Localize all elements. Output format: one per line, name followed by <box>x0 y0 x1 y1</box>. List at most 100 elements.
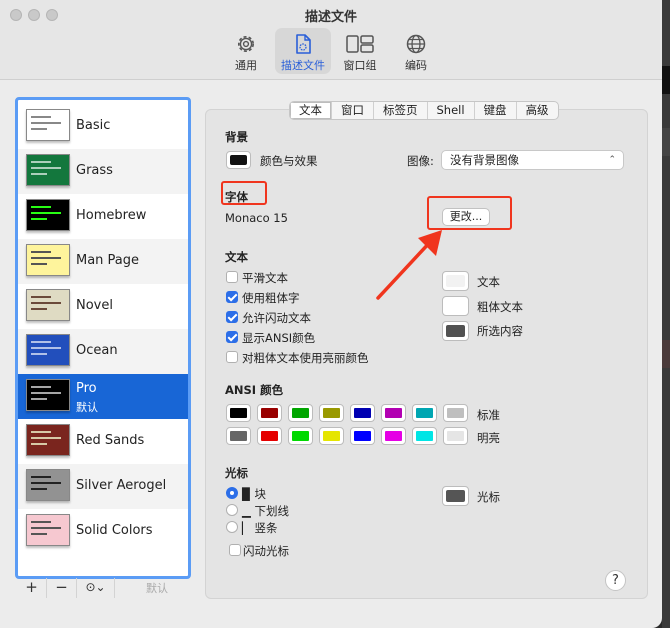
bold-font-checkbox[interactable] <box>226 291 238 303</box>
background-image-select[interactable]: 没有背景图像 ⌃ <box>441 150 624 170</box>
profile-name: Basic <box>76 118 111 133</box>
ansi-colors-label: 显示ANSI颜色 <box>242 331 316 345</box>
profile-thumbnail <box>26 469 70 501</box>
profile-item-solid-colors[interactable]: Solid Colors <box>18 509 188 554</box>
background-heading: 背景 <box>225 130 248 144</box>
profile-name: Grass <box>76 163 113 178</box>
profile-item-basic[interactable]: Basic <box>18 104 188 149</box>
profile-item-red-sands[interactable]: Red Sands <box>18 419 188 464</box>
ansi-normal-color-well[interactable] <box>381 404 406 422</box>
toolbar-encoding-label: 编码 <box>405 59 427 72</box>
ansi-colors-checkbox[interactable] <box>226 331 238 343</box>
text-color-label: 文本 <box>477 275 500 289</box>
ansi-normal-color-well[interactable] <box>443 404 468 422</box>
cursor-underline-radio[interactable] <box>226 504 238 516</box>
ansi-bright-color-well[interactable] <box>381 427 406 445</box>
cursor-heading: 光标 <box>225 466 248 480</box>
ansi-normal-color-well[interactable] <box>350 404 375 422</box>
image-label: 图像: <box>407 154 434 168</box>
ansi-bright-color-well[interactable] <box>226 427 251 445</box>
cursor-color-label: 光标 <box>477 490 500 504</box>
profile-item-ocean[interactable]: Ocean <box>18 329 188 374</box>
text-color-well[interactable] <box>442 271 469 291</box>
preferences-window: 描述文件 通用 描述文件 窗口组 编码 Basic Grass Homebrew… <box>0 0 662 628</box>
ansi-bright-color-well[interactable] <box>412 427 437 445</box>
background-image-value: 没有背景图像 <box>450 153 519 167</box>
toolbar-general-label: 通用 <box>235 59 257 72</box>
bold-text-color-label: 粗体文本 <box>477 300 523 314</box>
toolbar-window-groups-label: 窗口组 <box>343 59 377 72</box>
profile-thumbnail <box>26 514 70 546</box>
profile-item-homebrew[interactable]: Homebrew <box>18 194 188 239</box>
ansi-bright-color-well[interactable] <box>443 427 468 445</box>
remove-profile-button[interactable]: − <box>47 578 77 598</box>
ansi-heading: ANSI 颜色 <box>225 383 284 397</box>
profile-name: Pro <box>76 381 97 396</box>
set-default-button[interactable]: 默认 <box>132 580 182 596</box>
profile-thumbnail <box>26 109 70 141</box>
arrow-icon <box>376 230 442 300</box>
profile-thumbnail <box>26 424 70 456</box>
profile-name: Homebrew <box>76 208 147 223</box>
window-title: 描述文件 <box>304 10 357 25</box>
profile-name: Novel <box>76 298 113 313</box>
cursor-block-radio[interactable] <box>226 487 238 499</box>
font-heading-highlight <box>221 181 267 205</box>
text-heading: 文本 <box>225 250 248 264</box>
toolbar-encoding[interactable]: 编码 <box>388 28 444 74</box>
cursor-block-label: ▉ 块 <box>242 487 266 501</box>
profile-name: Solid Colors <box>76 523 153 538</box>
profile-item-pro[interactable]: Pro 默认 <box>18 374 188 419</box>
ansi-bright-color-well[interactable] <box>350 427 375 445</box>
profile-item-man-page[interactable]: Man Page <box>18 239 188 284</box>
profile-item-grass[interactable]: Grass <box>18 149 188 194</box>
tab-advanced[interactable]: 高级 <box>517 102 558 119</box>
toolbar-profiles[interactable]: 描述文件 <box>275 28 331 74</box>
background-color-well[interactable] <box>226 151 251 169</box>
add-profile-button[interactable]: + <box>17 578 47 598</box>
more-actions-button[interactable]: ⊙⌄ <box>77 578 115 598</box>
tab-window[interactable]: 窗口 <box>332 102 374 119</box>
profile-thumbnail <box>26 199 70 231</box>
smooth-text-checkbox[interactable] <box>226 271 238 283</box>
tab-text[interactable]: 文本 <box>290 102 332 119</box>
profile-thumbnail <box>26 154 70 186</box>
ansi-bright-color-well[interactable] <box>288 427 313 445</box>
help-button[interactable]: ? <box>605 570 626 591</box>
profile-thumbnail <box>26 289 70 321</box>
selection-color-well[interactable] <box>442 321 469 341</box>
tab-keyboard[interactable]: 键盘 <box>475 102 517 119</box>
ansi-normal-color-well[interactable] <box>412 404 437 422</box>
blink-text-checkbox[interactable] <box>226 311 238 323</box>
toolbar-general[interactable]: 通用 <box>218 28 274 74</box>
profile-list[interactable]: Basic Grass Homebrew Man Page Novel Ocea… <box>15 97 191 579</box>
title-bar: 描述文件 通用 描述文件 窗口组 编码 <box>0 0 662 80</box>
gear-icon <box>238 36 254 52</box>
window-group-icon <box>346 35 374 53</box>
profile-name: Ocean <box>76 343 118 358</box>
cursor-color-well[interactable] <box>442 486 469 506</box>
ansi-normal-color-well[interactable] <box>257 404 282 422</box>
toolbar-window-groups[interactable]: 窗口组 <box>332 28 388 74</box>
profile-name: Silver Aerogel <box>76 478 167 493</box>
tab-shell[interactable]: Shell <box>428 102 475 119</box>
blink-text-label: 允许闪动文本 <box>242 311 311 325</box>
cursor-underline-label: ▁ 下划线 <box>242 504 289 518</box>
bold-text-color-well[interactable] <box>442 296 469 316</box>
ansi-normal-color-well[interactable] <box>226 404 251 422</box>
profile-list-footer: + − ⊙⌄ 默认 <box>17 578 191 598</box>
profile-item-novel[interactable]: Novel <box>18 284 188 329</box>
ansi-bright-label: 明亮 <box>477 431 500 445</box>
settings-tabs: 文本 窗口 标签页 Shell 键盘 高级 <box>289 101 559 120</box>
ansi-normal-color-well[interactable] <box>319 404 344 422</box>
color-effect-label: 颜色与效果 <box>260 154 318 168</box>
ansi-bright-color-well[interactable] <box>257 427 282 445</box>
bright-bold-checkbox[interactable] <box>226 351 238 363</box>
tab-tabs[interactable]: 标签页 <box>374 102 428 119</box>
profile-item-silver-aerogel[interactable]: Silver Aerogel <box>18 464 188 509</box>
blink-cursor-checkbox[interactable] <box>229 544 241 556</box>
ansi-normal-color-well[interactable] <box>288 404 313 422</box>
cursor-bar-label: ▏ 竖条 <box>242 521 278 535</box>
cursor-bar-radio[interactable] <box>226 521 238 533</box>
ansi-bright-color-well[interactable] <box>319 427 344 445</box>
